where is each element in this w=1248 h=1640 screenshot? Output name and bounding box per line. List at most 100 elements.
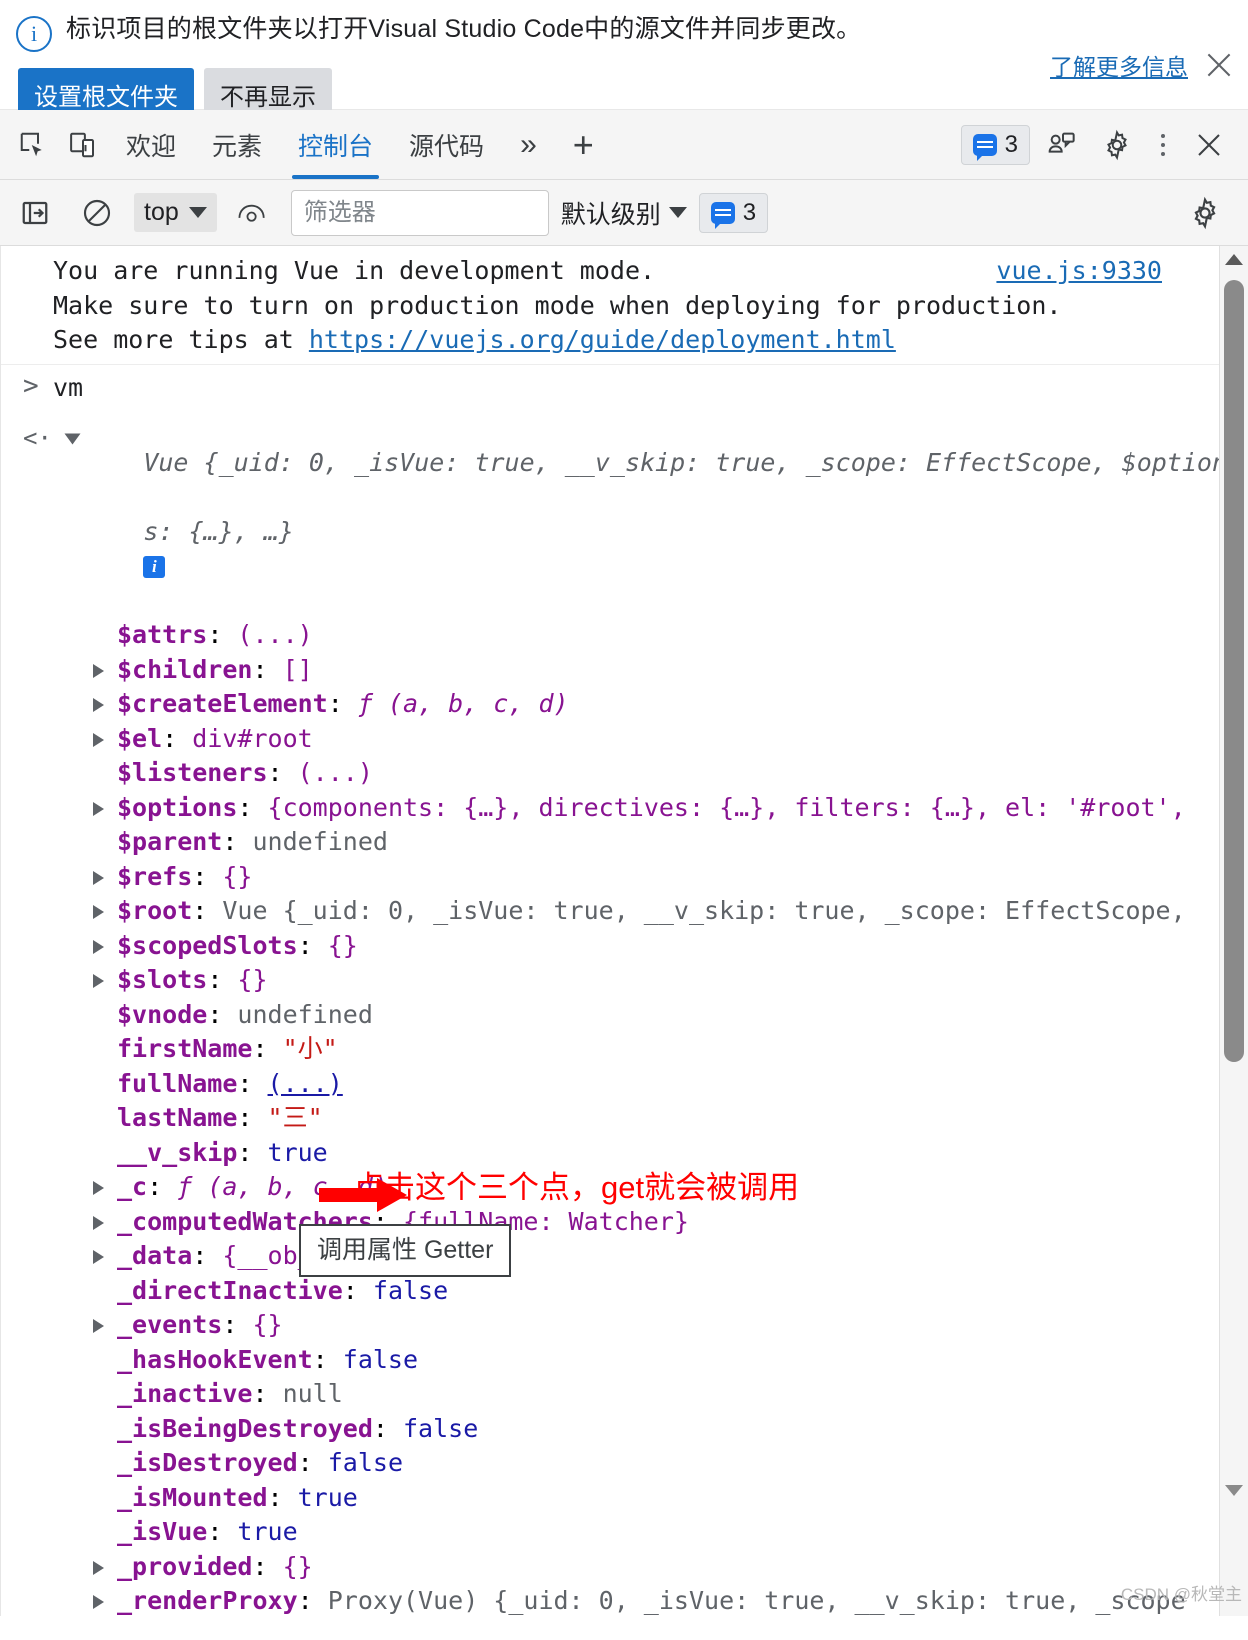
expand-triangle-icon[interactable]	[93, 732, 104, 747]
result-header-line1: Vue {_uid: 0, _isVue: true, __v_skip: tr…	[143, 447, 1228, 477]
property-value: true	[237, 1517, 298, 1546]
tab-elements[interactable]: 元素	[194, 111, 280, 179]
object-property-row[interactable]: __v_skip: true	[1, 1136, 1248, 1171]
property-separator: :	[297, 1586, 328, 1615]
close-devtools-icon[interactable]	[1184, 122, 1234, 168]
device-toolbar-icon[interactable]	[58, 122, 108, 168]
kebab-menu-icon[interactable]	[1148, 123, 1178, 167]
vue-deployment-link[interactable]: https://vuejs.org/guide/deployment.html	[309, 325, 896, 354]
object-property-row[interactable]: _events: {}	[1, 1308, 1248, 1343]
property-name: fullName	[117, 1068, 238, 1098]
scroll-thumb[interactable]	[1224, 280, 1244, 1062]
banner-close-icon[interactable]	[1204, 50, 1234, 80]
expand-triangle-icon[interactable]	[93, 1215, 104, 1230]
object-property-row[interactable]: _renderProxy: Proxy(Vue) {_uid: 0, _isVu…	[1, 1584, 1248, 1616]
source-link[interactable]: vue.js:9330	[996, 254, 1162, 289]
clear-console-icon[interactable]	[72, 190, 122, 236]
filter-issues-badge[interactable]: 3	[698, 192, 769, 233]
object-property-row[interactable]: _inactive: null	[1, 1377, 1248, 1412]
property-value: {}	[252, 1310, 283, 1339]
info-badge-icon[interactable]: i	[143, 556, 166, 578]
property-name: _isMounted	[117, 1482, 268, 1512]
scroll-down-arrow-icon[interactable]	[1225, 1485, 1243, 1496]
live-expression-icon[interactable]	[229, 190, 279, 236]
object-property-row[interactable]: _isMounted: true	[1, 1481, 1248, 1516]
object-property-list: $attrs: (...) $children: [] $createElement…	[1, 618, 1248, 1616]
expand-triangle-icon[interactable]	[93, 905, 104, 919]
expand-triangle-icon[interactable]	[93, 1250, 104, 1264]
object-property-row[interactable]: _computedWatchers: {fullName: Watcher}	[1, 1205, 1248, 1240]
property-name: $vnode	[117, 999, 208, 1029]
console-output[interactable]: You are running Vue in development mode.…	[0, 246, 1248, 1616]
object-property-row[interactable]: $listeners: (...)	[1, 756, 1248, 791]
expand-triangle-icon[interactable]	[64, 433, 81, 445]
result-object-header[interactable]: Vue {_uid: 0, _isVue: true, __v_skip: tr…	[1, 411, 1248, 618]
property-name: __v_skip	[117, 1137, 238, 1167]
console-vertical-scrollbar[interactable]	[1219, 246, 1248, 1616]
tab-sources[interactable]: 源代码	[391, 111, 502, 179]
property-name: $attrs	[117, 620, 208, 649]
tab-welcome[interactable]: 欢迎	[108, 111, 194, 179]
object-property-row[interactable]: fullName: (...)	[1, 1067, 1248, 1102]
object-property-row[interactable]: _isVue: true	[1, 1515, 1248, 1550]
property-value: true	[267, 1137, 328, 1167]
scroll-up-arrow-icon[interactable]	[1225, 254, 1243, 265]
property-separator: :	[222, 1310, 253, 1339]
console-settings-gear-icon[interactable]	[1180, 190, 1230, 236]
property-separator: :	[342, 1275, 373, 1305]
object-property-row[interactable]: _provided: {}	[1, 1550, 1248, 1585]
property-value: Vue {_uid: 0, _isVue: true, __v_skip: tr…	[222, 896, 1186, 925]
learn-more-link[interactable]: 了解更多信息	[1050, 48, 1188, 82]
issues-badge-button[interactable]: 3	[960, 124, 1030, 165]
filter-input[interactable]	[290, 189, 549, 236]
expand-triangle-icon[interactable]	[93, 1181, 104, 1195]
object-property-row[interactable]: $children: []	[1, 653, 1248, 688]
object-property-row[interactable]: _hasHookEvent: false	[1, 1343, 1248, 1378]
object-property-row[interactable]: _data: {__ob__: Observer}	[1, 1239, 1248, 1274]
object-property-row[interactable]: _directInactive: false	[1, 1274, 1248, 1309]
add-tab-button[interactable]: +	[555, 111, 612, 179]
chevron-down-icon	[668, 207, 687, 218]
log-level-selector[interactable]: 默认级别	[561, 195, 687, 231]
object-property-row[interactable]: _isDestroyed: false	[1, 1446, 1248, 1481]
more-tabs-button[interactable]: »	[502, 111, 555, 179]
property-separator: :	[192, 861, 223, 891]
object-property-row[interactable]: $options: {components: {…}, directives: …	[1, 791, 1248, 826]
expand-triangle-icon[interactable]	[93, 939, 104, 954]
inspect-element-icon[interactable]	[8, 122, 58, 168]
expand-triangle-icon[interactable]	[93, 698, 104, 712]
object-property-row[interactable]: $vnode: undefined	[1, 998, 1248, 1033]
expand-triangle-icon[interactable]	[93, 1319, 104, 1333]
object-property-row[interactable]: $attrs: (...)	[1, 618, 1248, 653]
expand-triangle-icon[interactable]	[93, 870, 104, 885]
property-separator: :	[252, 1379, 283, 1408]
tab-console[interactable]: 控制台	[280, 111, 391, 179]
object-property-row[interactable]: _c: ƒ (a, b, c, d)	[1, 1170, 1248, 1205]
tab-welcome-label: 欢迎	[126, 132, 177, 161]
property-value[interactable]: (...)	[268, 1069, 343, 1098]
filter-issues-count: 3	[742, 198, 757, 226]
cast-icon[interactable]	[1036, 122, 1086, 168]
expand-triangle-icon[interactable]	[93, 801, 104, 816]
property-value: true	[297, 1482, 358, 1512]
object-property-row[interactable]: $slots: {}	[1, 963, 1248, 998]
expand-triangle-icon[interactable]	[93, 1595, 104, 1609]
expand-triangle-icon[interactable]	[93, 974, 104, 988]
gear-icon[interactable]	[1092, 122, 1142, 168]
object-property-row[interactable]: $root: Vue {_uid: 0, _isVue: true, __v_s…	[1, 894, 1248, 929]
object-property-row[interactable]: $el: div#root	[1, 722, 1248, 757]
object-property-row[interactable]: $parent: undefined	[1, 825, 1248, 860]
object-property-row[interactable]: _isBeingDestroyed: false	[1, 1412, 1248, 1447]
expand-triangle-icon[interactable]	[93, 663, 104, 678]
tab-console-label: 控制台	[298, 132, 374, 161]
object-property-row[interactable]: firstName: "小"	[1, 1032, 1248, 1067]
object-property-row[interactable]: $createElement: ƒ (a, b, c, d)	[1, 687, 1248, 722]
object-property-row[interactable]: lastName: "三"	[1, 1101, 1248, 1136]
console-sidebar-icon[interactable]	[10, 190, 60, 236]
expand-triangle-icon[interactable]	[93, 1560, 104, 1575]
property-separator: :	[222, 827, 253, 856]
object-property-row[interactable]: $refs: {}	[1, 860, 1248, 895]
property-separator: :	[267, 1482, 298, 1512]
object-property-row[interactable]: $scopedSlots: {}	[1, 929, 1248, 964]
execution-context-selector[interactable]: top	[134, 193, 217, 232]
